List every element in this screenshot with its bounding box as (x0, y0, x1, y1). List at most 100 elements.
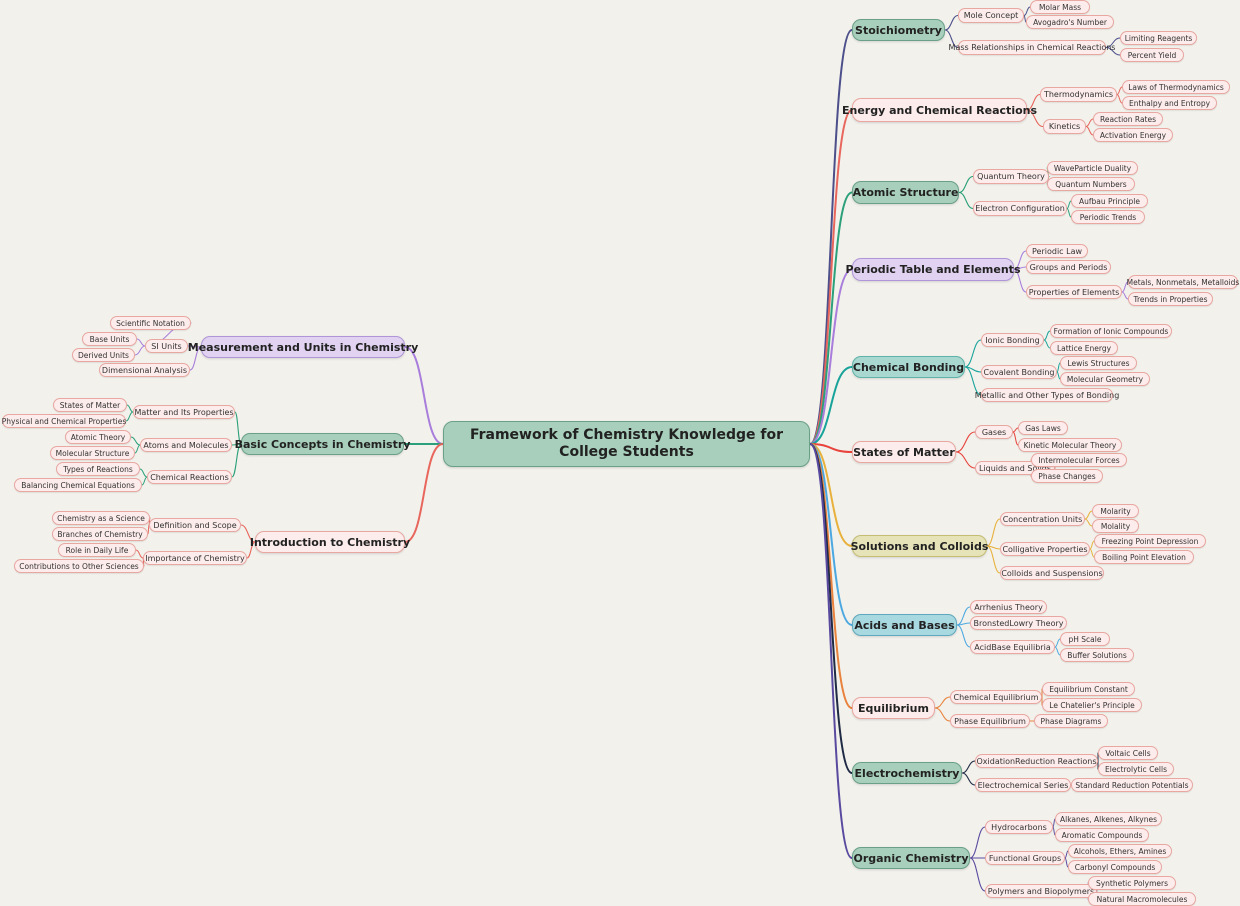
leaf-node-4-0-1[interactable]: Lattice Energy (1050, 341, 1118, 355)
branch-node-6[interactable]: Solutions and Colloids (851, 535, 988, 557)
sub-node-1-1[interactable]: Kinetics (1043, 119, 1086, 134)
leaf-node-13-1-0[interactable]: Role in Daily Life (58, 543, 136, 557)
sub-node-12-2[interactable]: Chemical Reactions (147, 470, 232, 484)
leaf-node-6-1-1[interactable]: Boiling Point Elevation (1094, 550, 1194, 564)
branch-node-9[interactable]: Electrochemistry (852, 762, 962, 784)
leaf-node-0-0-1[interactable]: Avogadro's Number (1026, 15, 1114, 29)
sub-node-5-0[interactable]: Gases (975, 425, 1013, 439)
leaf-node-9-0-1[interactable]: Electrolytic Cells (1098, 762, 1174, 776)
leaf-node-12-2-0[interactable]: Types of Reactions (56, 462, 140, 476)
leaf-node-13-0-0[interactable]: Chemistry as a Science (52, 511, 150, 525)
sub-node-9-1[interactable]: Electrochemical Series (975, 778, 1071, 792)
leaf-node-0-1-0[interactable]: Limiting Reagents (1120, 31, 1197, 45)
leaf-node-5-0-1[interactable]: Kinetic Molecular Theory (1018, 438, 1122, 452)
branch-node-7[interactable]: Acids and Bases (852, 614, 957, 636)
leaf-node-8-0-1[interactable]: Le Chatelier's Principle (1042, 698, 1142, 712)
sub-node-7-1[interactable]: BronstedLowry Theory (970, 616, 1067, 630)
sub-node-1-0[interactable]: Thermodynamics (1040, 87, 1117, 102)
leaf-node-6-0-1[interactable]: Molality (1092, 519, 1139, 533)
root-node[interactable]: Framework of Chemistry Knowledge for Col… (443, 421, 810, 467)
leaf-node-10-0-0[interactable]: Alkanes, Alkenes, Alkynes (1055, 812, 1162, 826)
sub-node-8-0[interactable]: Chemical Equilibrium (950, 690, 1042, 704)
leaf-node-5-1-1[interactable]: Phase Changes (1031, 469, 1103, 483)
leaf-node-2-1-0[interactable]: Aufbau Principle (1071, 194, 1148, 208)
leaf-node-8-1-0[interactable]: Phase Diagrams (1034, 714, 1108, 728)
sub-node-11-0[interactable]: SI Units (145, 339, 188, 353)
leaf-node-10-2-0[interactable]: Synthetic Polymers (1088, 876, 1176, 890)
leaf-node-8-0-0[interactable]: Equilibrium Constant (1042, 682, 1135, 696)
leaf-node-12-1-1[interactable]: Molecular Structure (50, 446, 135, 460)
sub-node-12-0[interactable]: Matter and Its Properties (133, 405, 235, 419)
branch-node-8[interactable]: Equilibrium (852, 697, 935, 719)
leaf-node-3-2-0[interactable]: Metals, Nonmetals, Metalloids (1127, 275, 1239, 289)
leaf-node-11-0-2[interactable]: Derived Units (72, 348, 135, 362)
leaf-node-9-0-0[interactable]: Voltaic Cells (1098, 746, 1158, 760)
leaf-node-13-0-1[interactable]: Branches of Chemistry (52, 527, 148, 541)
leaf-node-2-0-0[interactable]: WaveParticle Duality (1047, 161, 1138, 175)
branch-node-4[interactable]: Chemical Bonding (852, 356, 965, 378)
sub-node-3-0[interactable]: Periodic Law (1026, 244, 1088, 258)
sub-node-7-0[interactable]: Arrhenius Theory (970, 600, 1047, 614)
branch-node-1[interactable]: Energy and Chemical Reactions (842, 98, 1037, 122)
sub-node-3-1[interactable]: Groups and Periods (1026, 260, 1111, 274)
sub-node-6-2[interactable]: Colloids and Suspensions (1000, 566, 1104, 580)
leaf-node-0-1-1[interactable]: Percent Yield (1120, 48, 1184, 62)
leaf-node-7-2-0[interactable]: pH Scale (1060, 632, 1110, 646)
leaf-node-2-1-1[interactable]: Periodic Trends (1071, 210, 1145, 224)
sub-node-9-0[interactable]: OxidationReduction Reactions (975, 754, 1098, 768)
leaf-node-5-1-0[interactable]: Intermolecular Forces (1031, 453, 1127, 467)
leaf-node-12-0-0[interactable]: States of Matter (53, 398, 127, 412)
leaf-node-1-0-1[interactable]: Enthalpy and Entropy (1122, 96, 1217, 110)
leaf-node-12-0-1[interactable]: Physical and Chemical Properties (2, 414, 126, 428)
sub-node-8-1[interactable]: Phase Equilibrium (950, 714, 1030, 728)
branch-node-2[interactable]: Atomic Structure (852, 181, 959, 204)
sub-node-3-2[interactable]: Properties of Elements (1026, 285, 1122, 299)
leaf-node-3-2-1[interactable]: Trends in Properties (1128, 292, 1213, 306)
sub-node-10-0[interactable]: Hydrocarbons (985, 820, 1053, 834)
sub-node-2-0[interactable]: Quantum Theory (973, 169, 1049, 184)
leaf-node-12-1-0[interactable]: Atomic Theory (65, 430, 131, 444)
leaf-node-1-0-0[interactable]: Laws of Thermodynamics (1122, 80, 1230, 94)
sub-node-2-1[interactable]: Electron Configuration (973, 201, 1067, 216)
sub-node-10-1[interactable]: Functional Groups (985, 851, 1065, 865)
sub-node-13-0[interactable]: Definition and Scope (149, 518, 241, 532)
sub-node-10-2[interactable]: Polymers and Biopolymers (985, 884, 1097, 898)
leaf-node-13-1-1[interactable]: Contributions to Other Sciences (14, 559, 144, 573)
branch-node-0[interactable]: Stoichiometry (852, 19, 945, 41)
sub-node-0-1[interactable]: Mass Relationships in Chemical Reactions (949, 40, 1115, 55)
leaf-node-7-2-1[interactable]: Buffer Solutions (1060, 648, 1134, 662)
leaf-node-4-1-0[interactable]: Lewis Structures (1060, 356, 1137, 370)
leaf-node-4-0-0[interactable]: Formation of Ionic Compounds (1050, 324, 1172, 338)
sub-node-7-2[interactable]: AcidBase Equilibria (970, 640, 1055, 654)
leaf-node-11-0-1[interactable]: Base Units (82, 332, 137, 346)
sub-node-11-1[interactable]: Dimensional Analysis (99, 363, 190, 377)
leaf-node-12-2-1[interactable]: Balancing Chemical Equations (14, 478, 142, 492)
leaf-node-6-0-0[interactable]: Molarity (1092, 504, 1139, 518)
leaf-node-6-1-0[interactable]: Freezing Point Depression (1094, 534, 1206, 548)
branch-node-10[interactable]: Organic Chemistry (852, 847, 970, 869)
leaf-node-10-1-1[interactable]: Carbonyl Compounds (1068, 860, 1162, 874)
leaf-node-5-0-0[interactable]: Gas Laws (1018, 421, 1068, 435)
leaf-node-10-1-0[interactable]: Alcohols, Ethers, Amines (1068, 844, 1172, 858)
leaf-node-2-0-1[interactable]: Quantum Numbers (1047, 177, 1135, 191)
sub-node-6-0[interactable]: Concentration Units (1000, 512, 1085, 526)
branch-node-13[interactable]: Introduction to Chemistry (250, 531, 410, 553)
sub-node-13-1[interactable]: Importance of Chemistry (143, 551, 247, 565)
leaf-node-4-1-1[interactable]: Molecular Geometry (1060, 372, 1150, 386)
branch-node-3[interactable]: Periodic Table and Elements (846, 258, 1021, 281)
leaf-node-9-1-0[interactable]: Standard Reduction Potentials (1071, 778, 1193, 792)
leaf-node-11-0-0[interactable]: Scientific Notation (110, 316, 191, 330)
branch-node-11[interactable]: Measurement and Units in Chemistry (188, 336, 418, 358)
leaf-node-1-1-1[interactable]: Activation Energy (1093, 128, 1173, 142)
sub-node-12-1[interactable]: Atoms and Molecules (140, 438, 232, 452)
leaf-node-0-0-0[interactable]: Molar Mass (1030, 0, 1090, 14)
branch-node-5[interactable]: States of Matter (852, 441, 956, 463)
sub-node-4-1[interactable]: Covalent Bonding (981, 365, 1057, 379)
branch-node-12[interactable]: Basic Concepts in Chemistry (235, 433, 410, 455)
leaf-node-10-0-1[interactable]: Aromatic Compounds (1055, 828, 1149, 842)
sub-node-0-0[interactable]: Mole Concept (958, 8, 1024, 23)
sub-node-4-0[interactable]: Ionic Bonding (981, 333, 1044, 347)
leaf-node-1-1-0[interactable]: Reaction Rates (1093, 112, 1163, 126)
sub-node-4-2[interactable]: Metallic and Other Types of Bonding (975, 388, 1119, 402)
sub-node-6-1[interactable]: Colligative Properties (1000, 542, 1090, 556)
